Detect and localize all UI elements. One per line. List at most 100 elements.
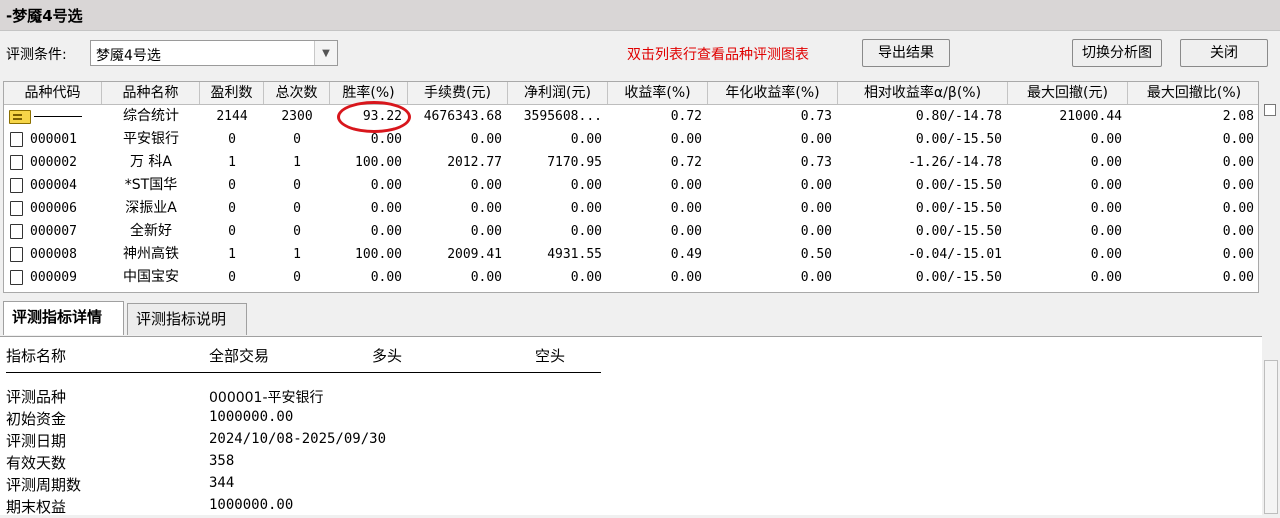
cell-annual: 0.00 xyxy=(800,132,832,147)
cell-annual: 0.73 xyxy=(800,109,832,124)
cell-relative: 0.00/-15.50 xyxy=(915,132,1002,147)
cell-drawdown-ratio: 0.00 xyxy=(1222,224,1254,239)
cell-profit: 0.00 xyxy=(570,270,602,285)
cell-wins: 1 xyxy=(228,155,236,170)
cell-total: 0 xyxy=(293,224,301,239)
condition-label: 评测条件: xyxy=(6,47,67,63)
col-header-code[interactable]: 品种代码 xyxy=(4,82,102,104)
cell-wins: 0 xyxy=(228,201,236,216)
detail-col-short: 空头 xyxy=(535,347,566,365)
cell-name: 全新好 xyxy=(130,223,172,239)
detail-row: 评测日期 2024/10/08-2025/09/30 xyxy=(0,430,800,452)
cell-drawdown: 0.00 xyxy=(1090,155,1122,170)
col-header-drawdown[interactable]: 最大回撤(元) xyxy=(1008,82,1128,104)
cell-code: 000009 xyxy=(30,270,77,285)
cell-return: 0.72 xyxy=(670,155,702,170)
cell-relative: 0.00/-15.50 xyxy=(915,224,1002,239)
table-row[interactable]: 000002 万 科A 1 1 100.00 2012.77 7170.95 0… xyxy=(4,151,1258,174)
col-header-fee[interactable]: 手续费(元) xyxy=(408,82,508,104)
table-row[interactable]: 000006 深振业A 0 0 0.00 0.00 0.00 0.00 0.00… xyxy=(4,197,1258,220)
cell-code: 000002 xyxy=(30,155,77,170)
cell-winrate: 100.00 xyxy=(355,247,402,262)
cell-drawdown: 0.00 xyxy=(1090,270,1122,285)
cell-return: 0.49 xyxy=(670,247,702,262)
cell-fee: 0.00 xyxy=(470,270,502,285)
column-toggle-checkbox[interactable] xyxy=(1264,104,1276,116)
col-header-return[interactable]: 收益率(%) xyxy=(608,82,708,104)
col-header-winrate[interactable]: 胜率(%) xyxy=(330,82,408,104)
tab-metric-details[interactable]: 评测指标详情 xyxy=(3,301,124,335)
cell-drawdown-ratio: 0.00 xyxy=(1222,247,1254,262)
cell-name: 中国宝安 xyxy=(123,269,179,285)
cell-fee: 0.00 xyxy=(470,201,502,216)
cell-fee: 0.00 xyxy=(470,178,502,193)
col-header-wins[interactable]: 盈利数 xyxy=(200,82,264,104)
hint-text: 双击列表行查看品种评测图表 xyxy=(627,47,809,63)
detail-label: 初始资金 xyxy=(6,410,67,428)
cell-profit: 7170.95 xyxy=(547,155,602,170)
cell-profit: 3595608... xyxy=(523,109,602,124)
cell-fee: 2009.41 xyxy=(447,247,502,262)
detail-label: 有效天数 xyxy=(6,454,67,472)
cell-relative: -0.04/-15.01 xyxy=(908,247,1002,262)
vertical-scrollbar[interactable] xyxy=(1264,360,1278,514)
table-row[interactable]: 000004 *ST国华 0 0 0.00 0.00 0.00 0.00 0.0… xyxy=(4,174,1258,197)
detail-row: 期末权益 1000000.00 xyxy=(0,496,800,518)
cell-drawdown-ratio: 0.00 xyxy=(1222,132,1254,147)
cell-drawdown-ratio: 0.00 xyxy=(1222,178,1254,193)
cell-total: 0 xyxy=(293,270,301,285)
col-header-total[interactable]: 总次数 xyxy=(264,82,330,104)
cell-return: 0.00 xyxy=(670,178,702,193)
cell-name: 万 科A xyxy=(129,154,173,170)
cell-drawdown: 0.00 xyxy=(1090,201,1122,216)
cell-profit: 0.00 xyxy=(570,224,602,239)
table-row[interactable]: 000009 中国宝安 0 0 0.00 0.00 0.00 0.00 0.00… xyxy=(4,266,1258,289)
detail-row: 初始资金 1000000.00 xyxy=(0,408,800,430)
detail-col-metric: 指标名称 xyxy=(6,347,67,365)
cell-relative: 0.80/-14.78 xyxy=(915,109,1002,124)
detail-value: 344 xyxy=(209,475,235,491)
cell-profit: 0.00 xyxy=(570,132,602,147)
export-button[interactable]: 导出结果 xyxy=(862,39,950,67)
col-header-annual[interactable]: 年化收益率(%) xyxy=(708,82,838,104)
condition-select[interactable]: 梦魇4号选 ▼ xyxy=(90,40,338,66)
cell-total: 0 xyxy=(293,201,301,216)
cell-fee: 4676343.68 xyxy=(423,109,502,124)
cell-profit: 0.00 xyxy=(570,201,602,216)
cell-fee: 2012.77 xyxy=(447,155,502,170)
cell-relative: 0.00/-15.50 xyxy=(915,270,1002,285)
cell-wins: 1 xyxy=(228,247,236,262)
close-button[interactable]: 关闭 xyxy=(1180,39,1268,67)
detail-label: 评测日期 xyxy=(6,432,67,450)
col-header-relative[interactable]: 相对收益率α/β(%) xyxy=(838,82,1008,104)
table-row[interactable]: 000008 神州高铁 1 1 100.00 2009.41 4931.55 0… xyxy=(4,243,1258,266)
cell-profit: 4931.55 xyxy=(547,247,602,262)
divider xyxy=(6,372,601,373)
cell-total: 1 xyxy=(293,247,301,262)
cell-name: 综合统计 xyxy=(123,108,179,124)
cell-winrate: 0.00 xyxy=(370,132,402,147)
table-row[interactable]: 综合统计 2144 2300 93.22 4676343.68 3595608.… xyxy=(4,105,1258,128)
cell-total: 0 xyxy=(293,132,301,147)
table-row[interactable]: 000001 平安银行 0 0 0.00 0.00 0.00 0.00 0.00… xyxy=(4,128,1258,151)
detail-value: 000001-平安银行 xyxy=(209,390,324,406)
detail-label: 评测周期数 xyxy=(6,476,82,494)
col-header-name[interactable]: 品种名称 xyxy=(102,82,200,104)
cell-annual: 0.00 xyxy=(800,178,832,193)
cell-annual: 0.73 xyxy=(800,155,832,170)
table-row[interactable]: 000007 全新好 0 0 0.00 0.00 0.00 0.00 0.00 … xyxy=(4,220,1258,243)
cell-return: 0.00 xyxy=(670,270,702,285)
cell-name: 神州高铁 xyxy=(123,246,179,262)
switch-chart-button[interactable]: 切换分析图 xyxy=(1072,39,1162,67)
detail-row: 有效天数 358 xyxy=(0,452,800,474)
col-header-profit[interactable]: 净利润(元) xyxy=(508,82,608,104)
tab-metric-explanation[interactable]: 评测指标说明 xyxy=(127,303,247,335)
cell-relative: 0.00/-15.50 xyxy=(915,201,1002,216)
cell-total: 2300 xyxy=(281,109,313,124)
cell-relative: 0.00/-15.50 xyxy=(915,178,1002,193)
col-header-drawdown-ratio[interactable]: 最大回撤比(%) xyxy=(1128,82,1258,104)
cell-winrate: 0.00 xyxy=(370,201,402,216)
detail-col-all: 全部交易 xyxy=(209,347,270,365)
cell-drawdown: 0.00 xyxy=(1090,247,1122,262)
chevron-down-icon[interactable]: ▼ xyxy=(314,41,337,65)
